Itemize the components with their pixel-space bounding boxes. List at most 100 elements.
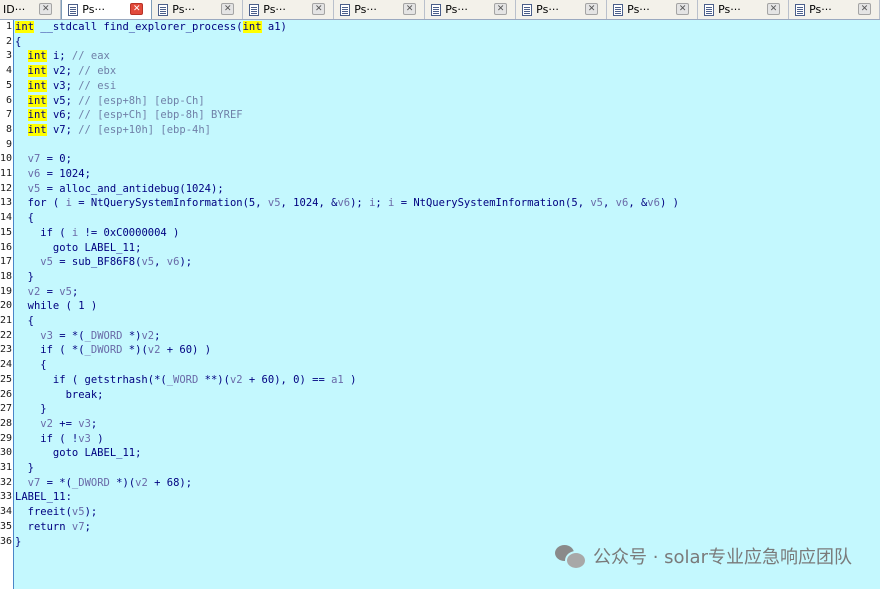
code-line[interactable]: } [15,535,21,550]
tab-0[interactable]: ID··· ✕ [0,0,62,19]
close-icon[interactable]: ✕ [858,3,872,15]
code-line[interactable]: int v3; // esi [15,79,116,94]
line-number: 11 [0,168,13,179]
line-number: 34 [0,506,13,518]
keyword-token: int [27,94,47,107]
code-line[interactable]: } [15,270,34,285]
wechat-icon [555,544,587,570]
tab-9[interactable]: Ps··· ✕ [789,0,880,19]
code-line[interactable]: } [15,402,46,417]
code-line[interactable]: if ( i != 0xC0000004 ) [15,226,179,241]
code-line[interactable]: int v7; // [esp+10h] [ebp-4h] [15,123,211,138]
close-icon[interactable]: ✕ [312,3,326,15]
code-token: + 68); [147,476,193,489]
code-token: = *( [52,329,85,342]
code-line[interactable]: for ( i = NtQuerySystemInformation(5, v5… [15,196,679,211]
tab-1[interactable]: Ps··· ✕ [61,0,153,19]
code-line[interactable]: while ( 1 ) [15,299,98,314]
variable-token: v5 [71,506,85,519]
tab-label: Ps··· [354,3,377,16]
close-icon[interactable]: ✕ [676,3,690,15]
variable-token: v3 [40,329,53,342]
code-token: = NtQuerySystemInformation(5, [71,197,268,210]
code-line[interactable]: LABEL_11: [15,490,72,505]
close-icon[interactable]: ✕ [767,3,781,15]
code-line[interactable]: { [15,314,34,329]
code-token: ; [90,417,98,430]
code-token: , [603,197,616,210]
close-icon[interactable]: ✕ [494,3,508,15]
code-token: *)( [109,476,136,489]
variable-token: v6 [27,168,41,180]
code-line[interactable]: return v7; [15,520,91,535]
tab-3[interactable]: Ps··· ✕ [243,0,335,19]
variable-token: v5 [27,182,41,195]
close-icon[interactable]: ✕ [221,3,235,15]
variable-token: v5 [267,197,281,210]
variable-token: _DWORD [71,476,110,489]
code-line[interactable]: v5 = alloc_and_antidebug(1024); [15,182,224,197]
code-line[interactable]: int v2; // ebx [15,64,116,79]
code-line[interactable]: int i; // eax [15,49,110,64]
close-icon[interactable]: ✕ [130,3,144,15]
code-line[interactable]: break; [15,388,104,403]
line-number: 16 [0,241,13,253]
line-number: 15 [0,226,13,238]
code-line[interactable]: freeit(v5); [15,505,98,520]
code-line[interactable]: v7 = 0; [15,152,72,167]
code-token: ; [84,520,91,533]
code-line[interactable]: v3 = *(_DWORD *)v2; [15,329,160,344]
keyword-token: int [27,109,47,122]
code-line[interactable]: { [15,211,34,226]
pseudocode-view[interactable]: int __stdcall find_explorer_process(int … [14,20,880,589]
code-token: v7; [46,123,79,136]
pseudocode-document-icon [340,3,351,16]
code-line[interactable]: v2 += v3; [15,417,97,432]
variable-token: v2 [141,329,155,342]
code-line[interactable]: goto LABEL_11; [15,241,142,256]
tab-7[interactable]: Ps··· ✕ [607,0,699,19]
close-icon[interactable]: ✕ [39,3,53,15]
variable-token: v5 [590,197,603,210]
code-line[interactable]: int v6; // [esp+Ch] [ebp-8h] BYREF [15,108,243,123]
code-line[interactable]: if ( !v3 ) [15,432,103,447]
code-line[interactable]: goto LABEL_11; [15,446,142,461]
code-token: while ( 1 ) [15,300,98,313]
keyword-token: int [27,65,47,78]
variable-token: _DWORD [84,329,123,342]
line-number: 3 [5,50,12,62]
code-line[interactable]: if ( *(_DWORD *)(v2 + 60) ) [15,343,211,358]
line-number: 10 [0,153,13,165]
code-line[interactable]: { [15,358,46,373]
code-line[interactable]: v6 = 1024; [15,167,91,182]
code-line[interactable]: v7 = *(_DWORD *)(v2 + 68); [15,476,192,491]
line-number: 21 [0,315,13,326]
code-line[interactable]: { [15,35,21,50]
tab-8[interactable]: Ps··· ✕ [698,0,790,19]
tab-6[interactable]: Ps··· ✕ [516,0,608,19]
tab-4[interactable]: Ps··· ✕ [334,0,426,19]
tab-2[interactable]: Ps··· ✕ [152,0,244,19]
code-line[interactable]: if ( getstrhash(*(_WORD **)(v2 + 60), 0)… [15,373,357,388]
line-number: 1 [5,21,12,32]
line-number: 22 [0,329,13,341]
code-token: if ( ! [15,432,79,445]
variable-token: v2 [135,476,148,489]
close-icon[interactable]: ✕ [403,3,417,15]
code-line[interactable]: int v5; // [esp+8h] [ebp-Ch] [15,94,205,109]
code-line[interactable]: } [15,461,34,476]
line-number: 13 [0,197,13,209]
code-line[interactable]: v2 = v5; [15,285,79,300]
code-line[interactable]: v5 = sub_BF86F8(v5, v6); [15,255,192,270]
watermark-text: 公众号 · solar专业应急响应团队 [593,547,852,568]
close-icon[interactable]: ✕ [585,3,599,15]
code-token: = 0; [40,153,72,166]
variable-token: v6 [615,197,629,210]
tab-5[interactable]: Ps··· ✕ [425,0,517,19]
pseudocode-document-icon [68,3,79,16]
code-line[interactable]: int __stdcall find_explorer_process(int … [15,20,287,35]
code-token: + 60) ) [160,344,212,357]
